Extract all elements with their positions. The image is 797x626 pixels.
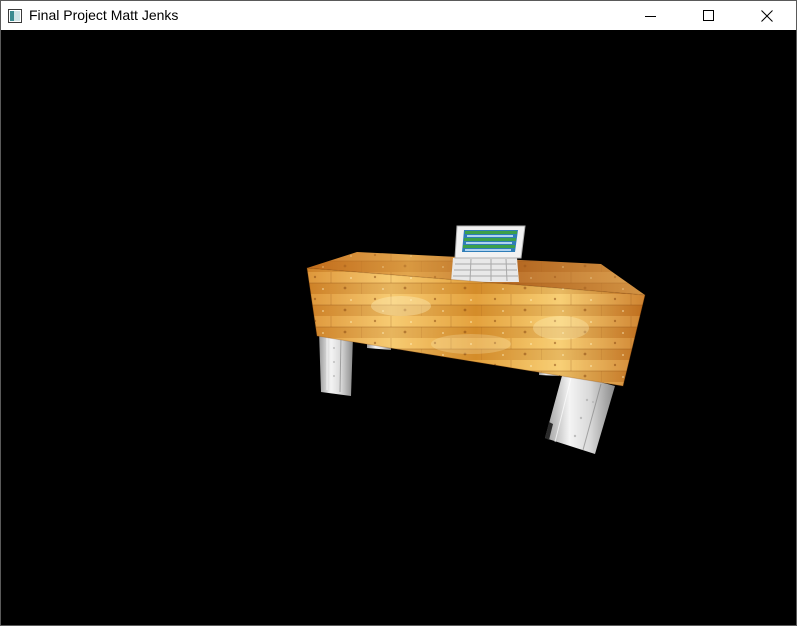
caption-buttons: [622, 1, 796, 30]
app-window: Final Project Matt Jenks: [0, 0, 797, 626]
maximize-button[interactable]: [680, 1, 738, 30]
3d-scene: [306, 225, 646, 454]
app-icon[interactable]: [7, 8, 23, 24]
laptop: [451, 225, 526, 282]
render-viewport[interactable]: [1, 30, 796, 625]
maximize-icon: [703, 9, 714, 21]
close-button[interactable]: [738, 1, 796, 30]
window-title: Final Project Matt Jenks: [29, 7, 179, 23]
title-bar[interactable]: Final Project Matt Jenks: [1, 1, 796, 30]
close-icon: [761, 9, 773, 22]
minimize-button[interactable]: [622, 1, 680, 30]
desk-front-leg-right: [545, 372, 615, 454]
minimize-icon: [645, 15, 656, 17]
